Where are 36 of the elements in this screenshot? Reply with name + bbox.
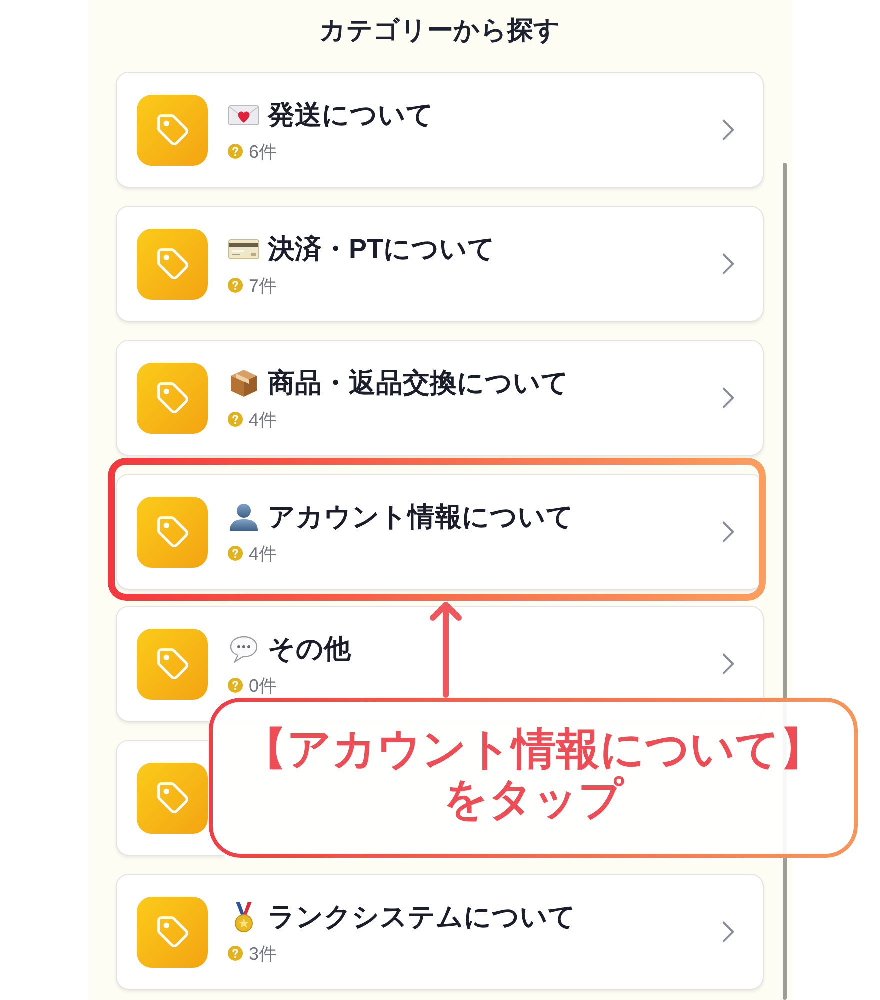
- question-circle-icon: [228, 144, 243, 159]
- category-card[interactable]: 決済・PTについて 7件: [116, 206, 764, 322]
- question-circle-icon: [228, 678, 243, 693]
- question-circle-icon: [228, 546, 243, 561]
- tag-icon: [137, 362, 208, 434]
- tag-icon: [137, 628, 208, 700]
- question-count: 3件: [249, 942, 278, 966]
- chevron-right-icon: [722, 119, 735, 141]
- question-count: 4件: [249, 542, 278, 566]
- tag-icon: [137, 228, 208, 300]
- callout-text: 【アカウント情報について】をタップ: [242, 725, 825, 825]
- category-title: ランクシステムについて: [268, 900, 576, 934]
- category-title: 発送について: [268, 98, 434, 132]
- category-title: 商品・返品交換について: [268, 366, 569, 400]
- question-circle-icon: [228, 412, 243, 427]
- category-card[interactable]: 発送について 6件: [116, 72, 764, 188]
- chevron-right-icon: [722, 521, 735, 543]
- category-card[interactable]: ランクシステムについて 3件: [116, 874, 764, 990]
- question-circle-icon: [228, 278, 243, 293]
- question-circle-icon: [228, 946, 243, 961]
- tag-icon: [137, 94, 208, 166]
- section-title: カテゴリーから探す: [318, 14, 562, 46]
- chevron-right-icon: [722, 921, 735, 943]
- question-count: 0件: [249, 674, 278, 698]
- tag-icon: [137, 896, 208, 968]
- question-count: 7件: [249, 274, 278, 298]
- question-count: 4件: [249, 408, 278, 432]
- chevron-right-icon: [722, 387, 735, 409]
- chevron-right-icon: [722, 253, 735, 275]
- tag-icon: [137, 496, 208, 568]
- category-card[interactable]: 商品・返品交換について 4件: [116, 340, 764, 456]
- category-title: アカウント情報について: [268, 500, 574, 534]
- chevron-right-icon: [722, 653, 735, 675]
- question-count: 6件: [249, 140, 278, 164]
- category-title: 決済・PTについて: [268, 232, 496, 266]
- category-title: その他: [268, 632, 351, 666]
